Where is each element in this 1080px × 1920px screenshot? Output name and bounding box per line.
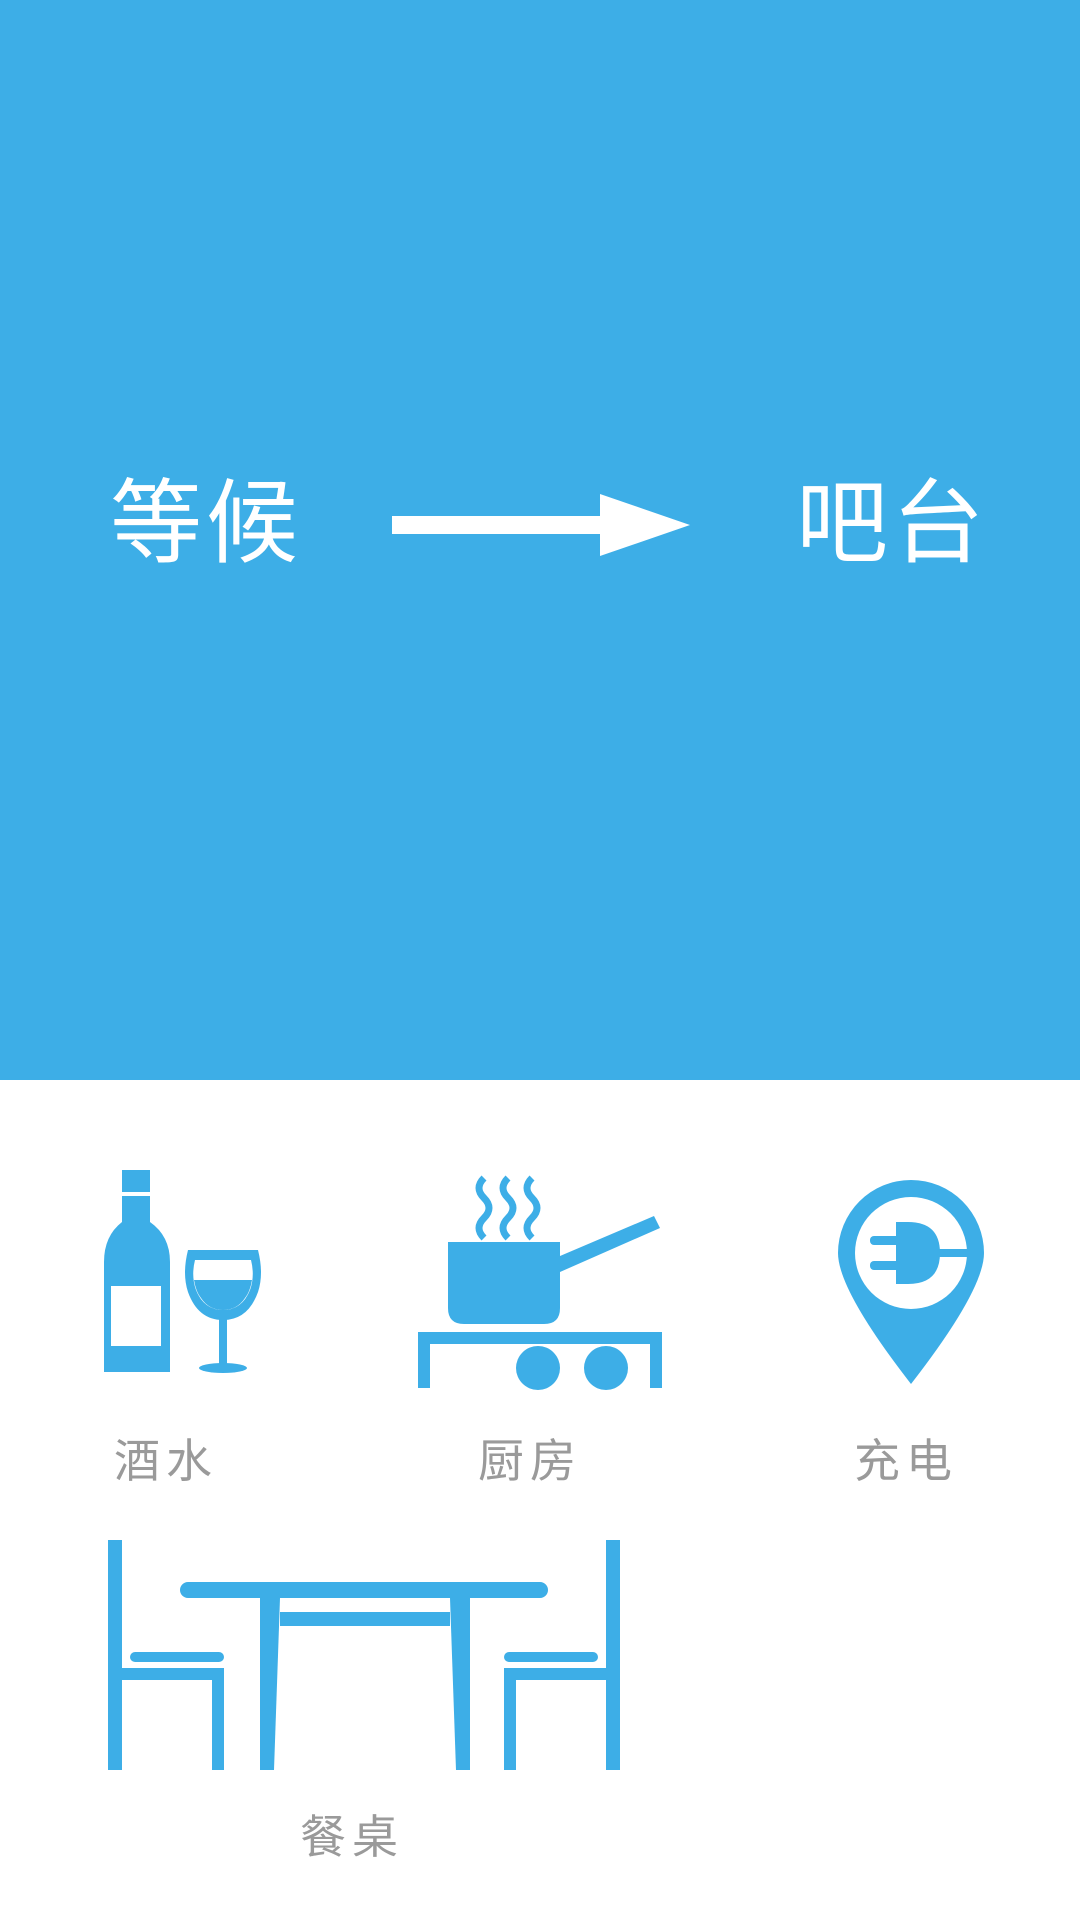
hero-to-label: 吧台 xyxy=(796,470,989,577)
charging-plug-pin-icon xyxy=(838,1180,984,1384)
tile-drinks-label: 酒水 xyxy=(114,1434,218,1488)
cooking-pot-stove-icon xyxy=(418,1175,662,1390)
tile-kitchen-label: 厨房 xyxy=(478,1434,582,1488)
tile-charging[interactable]: 充电 xyxy=(720,1140,1080,1510)
tile-kitchen[interactable]: 厨房 xyxy=(360,1140,720,1510)
right-arrow-icon xyxy=(392,494,690,556)
hero-banner: 等候 吧台 xyxy=(0,0,1080,1080)
hero-from-label: 等候 xyxy=(110,470,303,577)
tile-dining-table-label: 餐桌 xyxy=(300,1810,404,1864)
tile-charging-label: 充电 xyxy=(854,1434,958,1488)
wine-bottle-glass-icon xyxy=(104,1170,261,1373)
tile-dining-table[interactable]: 餐桌 xyxy=(100,1530,640,1910)
dining-table-chairs-icon xyxy=(108,1540,620,1770)
tile-drinks[interactable]: 酒水 xyxy=(0,1140,360,1510)
